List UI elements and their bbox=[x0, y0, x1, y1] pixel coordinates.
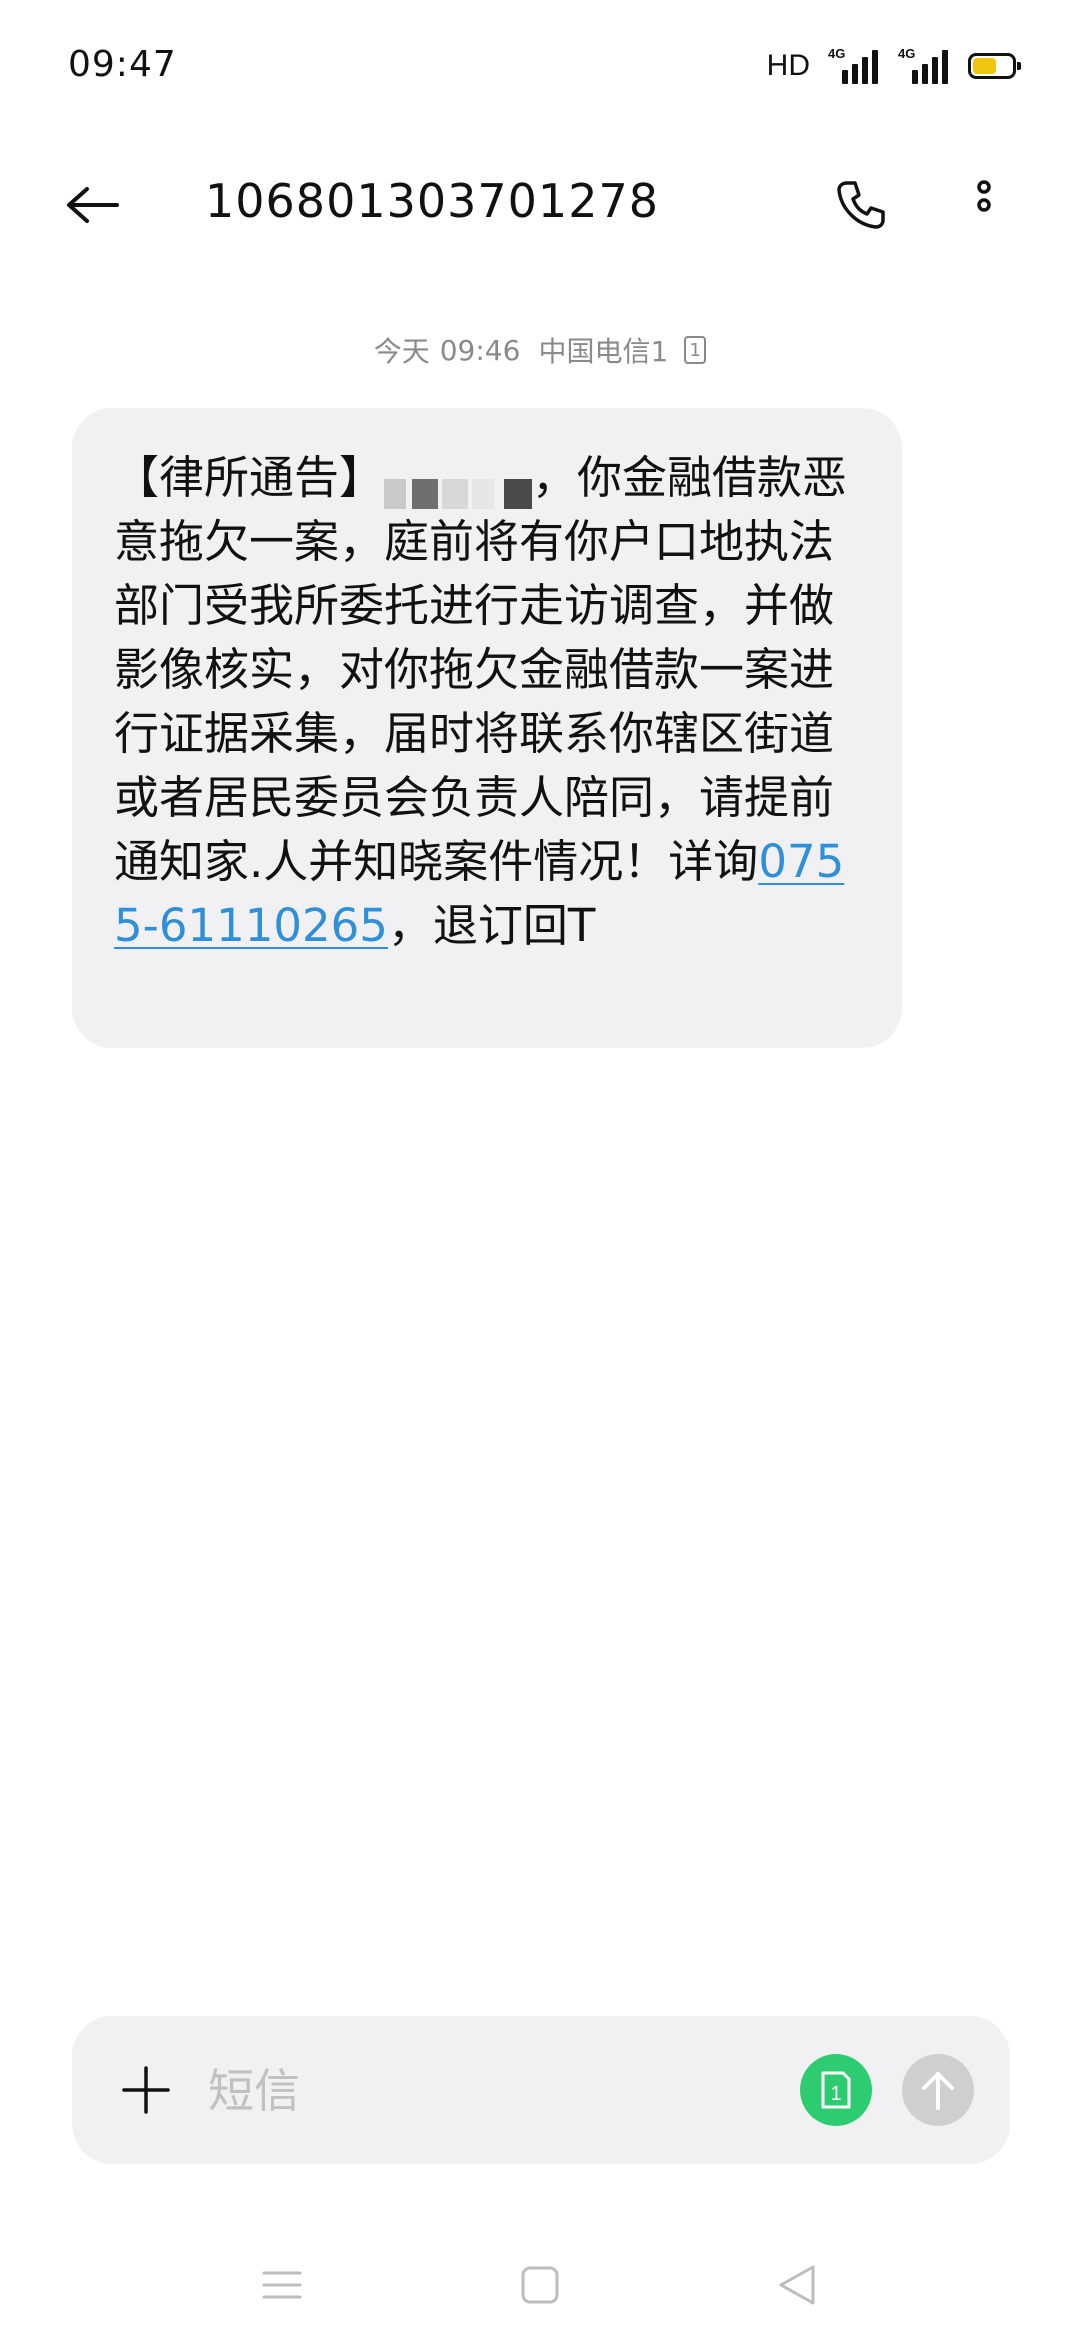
sim-number-label: 1 bbox=[830, 2083, 841, 2105]
signal-icon-sim1: 4G bbox=[828, 46, 880, 84]
signal-bar bbox=[852, 64, 858, 84]
status-bar: 09:47 HD 4G 4G bbox=[0, 0, 1080, 130]
signal-icon-sim2: 4G bbox=[898, 46, 950, 84]
timestamp-time: 09:46 bbox=[439, 333, 521, 367]
message-text: 【律所通告】 ，你金融借款恶意拖欠一案，庭前将有你户口地执法部门受我所委托进行走访… bbox=[114, 446, 862, 958]
message-text-end: ，退订回T bbox=[387, 899, 596, 952]
more-options-button[interactable] bbox=[960, 170, 1008, 240]
hd-indicator: HD bbox=[766, 49, 810, 82]
message-timestamp: 今天 09:46 中国电信1 1 bbox=[0, 330, 1080, 370]
compose-bar: 1 bbox=[72, 2016, 1010, 2164]
plus-icon bbox=[122, 2066, 170, 2114]
contact-number: 106801303701278 bbox=[205, 174, 659, 228]
redacted-name bbox=[384, 462, 533, 509]
add-attachment-button[interactable] bbox=[112, 2056, 180, 2124]
message-bubble[interactable]: 【律所通告】 ，你金融借款恶意拖欠一案，庭前将有你户口地执法部门受我所委托进行走访… bbox=[72, 408, 902, 1048]
carrier-label: 中国电信1 bbox=[538, 335, 669, 368]
back-triangle-icon bbox=[779, 2265, 815, 2305]
home-square-icon bbox=[521, 2266, 559, 2304]
sms-conversation-screen: 09:47 HD 4G 4G 106801303701278 今天 09:46 … bbox=[0, 0, 1080, 2340]
system-nav-bar bbox=[0, 2230, 1080, 2340]
battery-icon bbox=[968, 53, 1021, 79]
sim-card-icon: 1 bbox=[684, 336, 707, 364]
battery-level bbox=[973, 58, 996, 74]
menu-icon bbox=[262, 2271, 302, 2299]
more-vertical-icon bbox=[977, 180, 991, 212]
signal-bar bbox=[912, 70, 918, 84]
timestamp-day: 今天 bbox=[373, 335, 430, 368]
signal-bar bbox=[922, 64, 928, 84]
call-button[interactable] bbox=[826, 170, 896, 240]
signal-bar bbox=[872, 50, 878, 84]
status-icons: HD 4G 4G bbox=[766, 46, 1021, 86]
signal-bar bbox=[842, 70, 848, 84]
message-text-start: 【律所通告】 bbox=[114, 451, 385, 504]
message-text-body: ，你金融借款恶意拖欠一案，庭前将有你户口地执法部门受我所委托进行走访调查，并做影… bbox=[114, 451, 848, 888]
network-type-label: 4G bbox=[828, 46, 846, 61]
signal-bar bbox=[942, 50, 948, 84]
status-time: 09:47 bbox=[68, 44, 177, 85]
back-arrow-icon bbox=[67, 187, 119, 223]
send-button[interactable] bbox=[902, 2054, 974, 2126]
message-input[interactable] bbox=[206, 2052, 730, 2130]
nav-home-button[interactable] bbox=[505, 2250, 575, 2320]
network-type-label: 4G bbox=[898, 46, 916, 61]
sim-select-button[interactable]: 1 bbox=[800, 2054, 872, 2126]
phone-icon bbox=[837, 181, 885, 229]
conversation-header: 106801303701278 bbox=[0, 150, 1080, 260]
nav-menu-button[interactable] bbox=[247, 2250, 317, 2320]
signal-bar bbox=[862, 57, 868, 84]
send-arrow-up-icon bbox=[922, 2072, 954, 2110]
nav-back-button[interactable] bbox=[762, 2250, 832, 2320]
back-button[interactable] bbox=[60, 172, 126, 238]
sim-card-icon: 1 bbox=[821, 2071, 851, 2109]
signal-bar bbox=[932, 57, 938, 84]
